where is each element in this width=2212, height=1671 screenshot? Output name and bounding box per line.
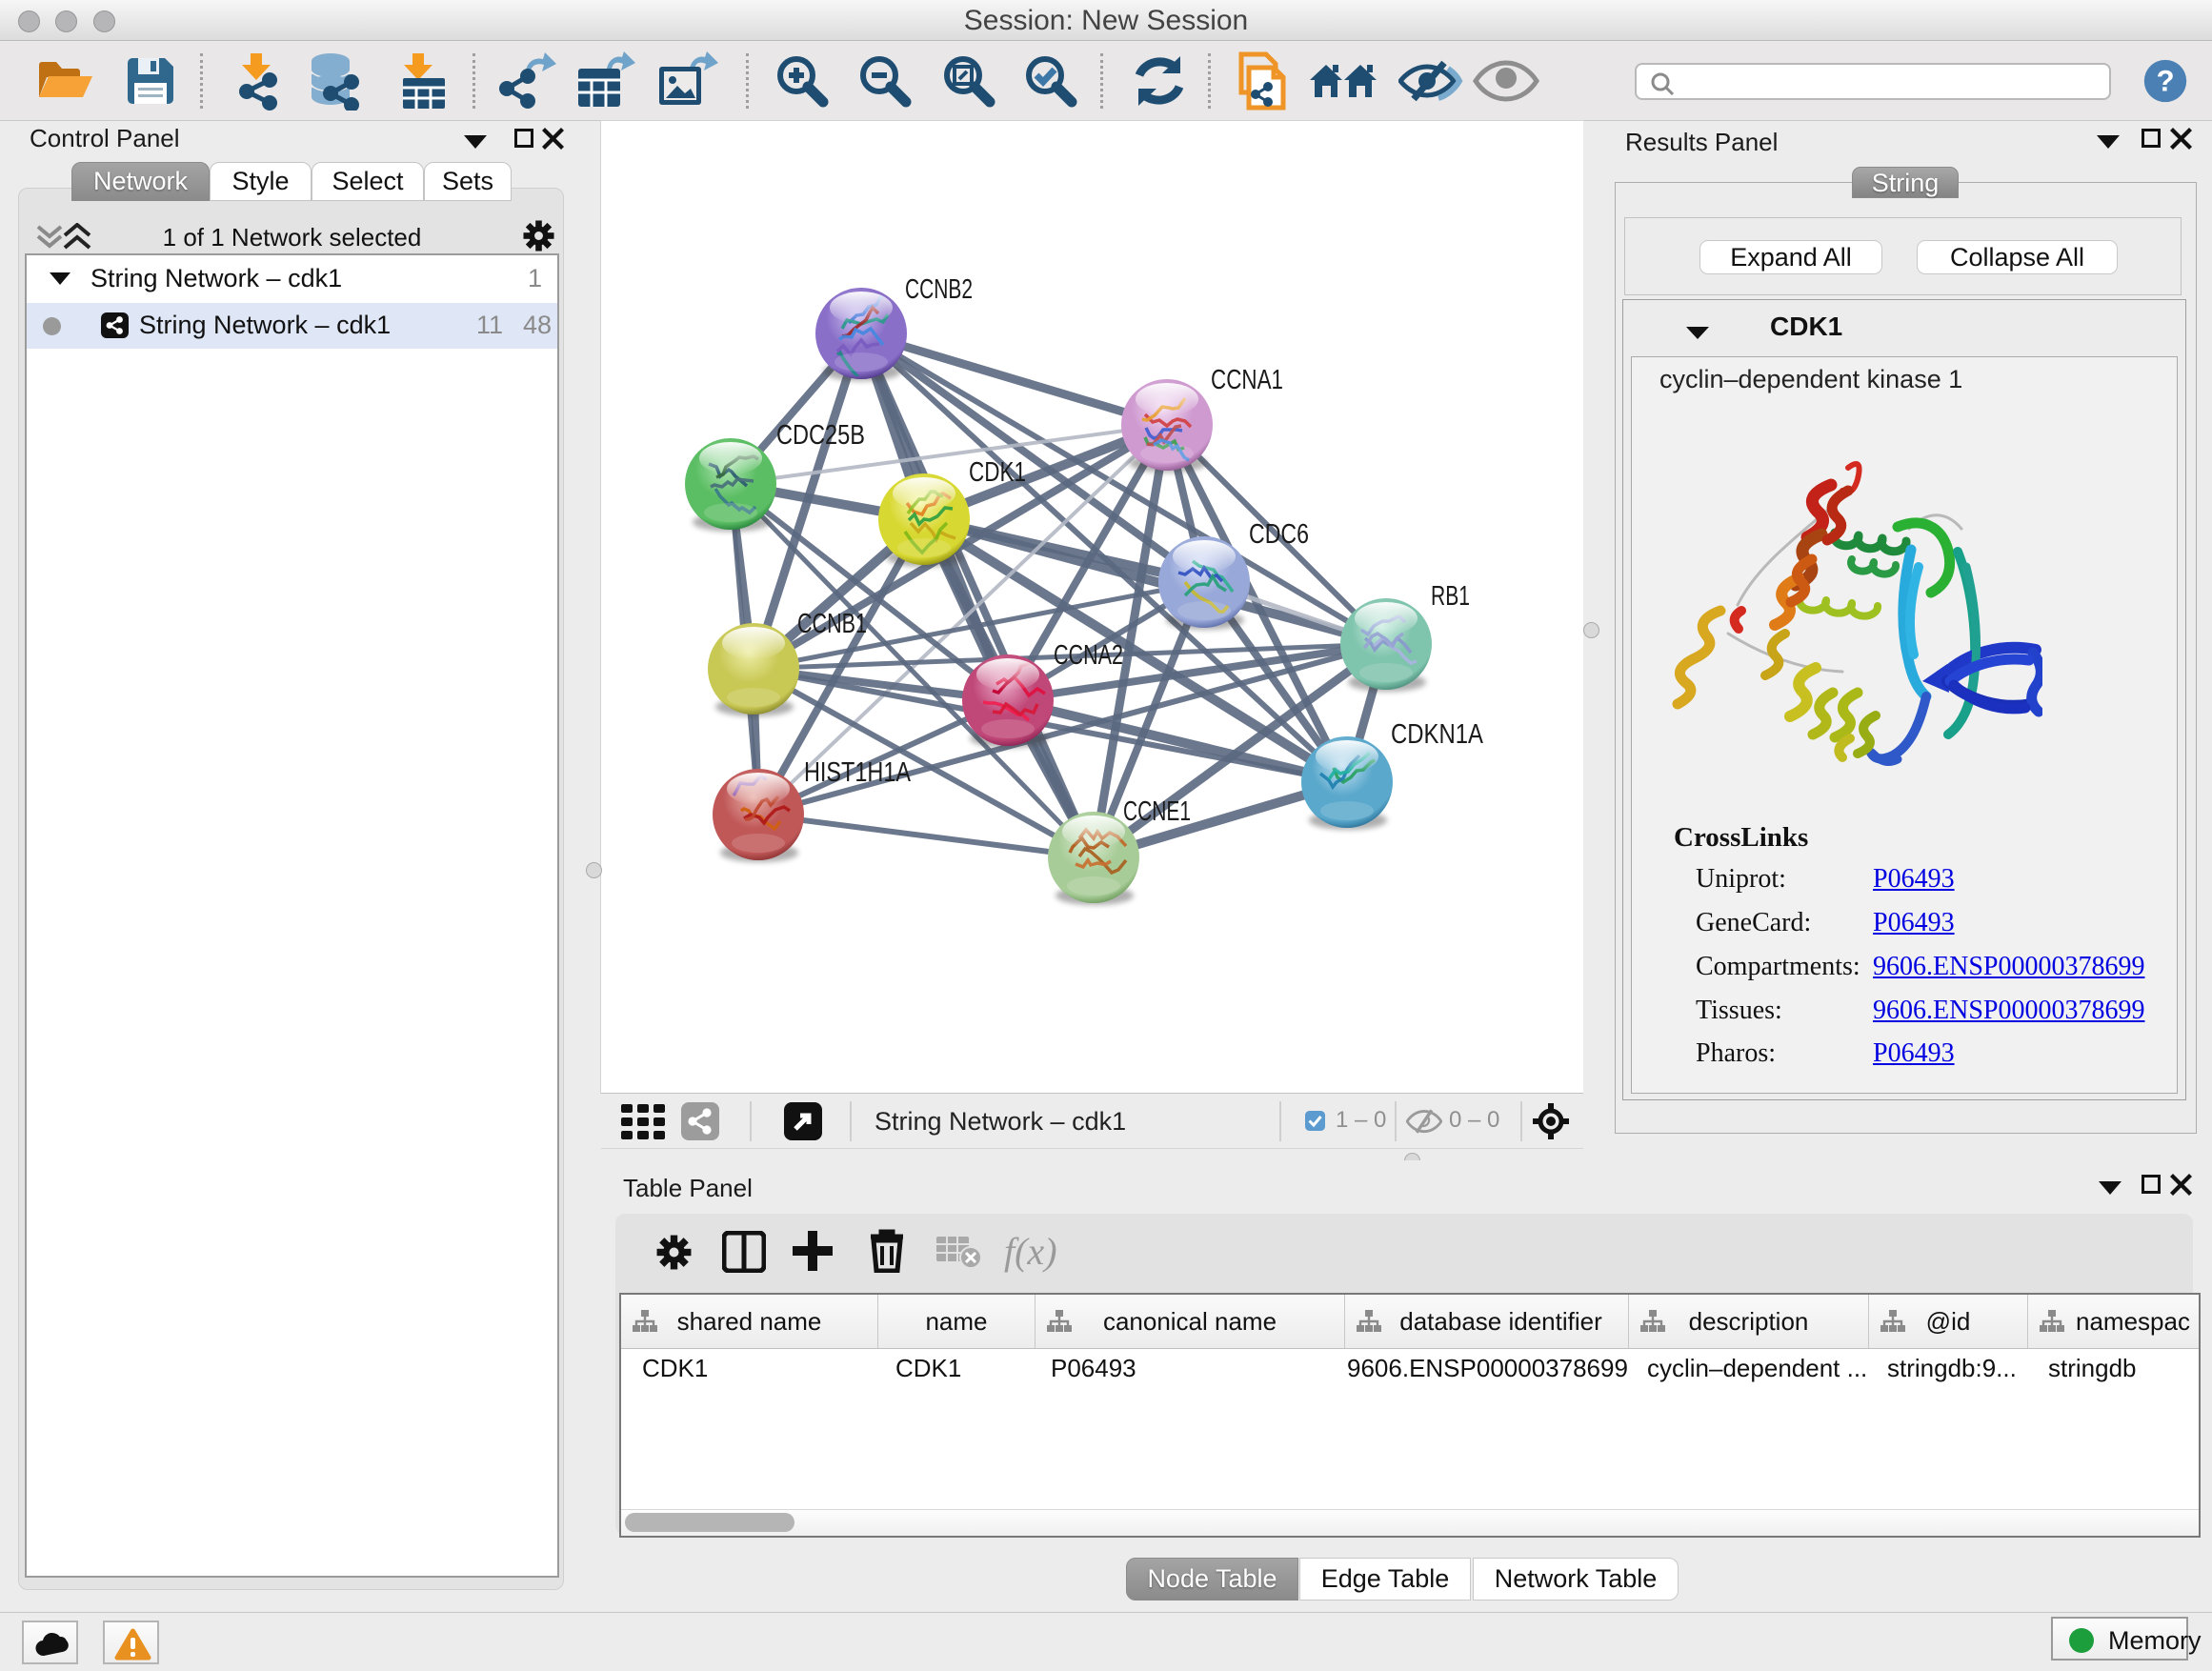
svg-text:CDK1: CDK1 [969, 457, 1026, 488]
svg-text:HIST1H1A: HIST1H1A [804, 757, 912, 788]
svg-text:CCNB1: CCNB1 [797, 609, 867, 639]
svg-text:CDC25B: CDC25B [776, 420, 865, 451]
svg-text:CDKN1A: CDKN1A [1391, 719, 1484, 750]
svg-text:CDC6: CDC6 [1249, 519, 1309, 550]
svg-text:CCNB2: CCNB2 [905, 274, 973, 305]
svg-text:CCNA2: CCNA2 [1054, 640, 1123, 671]
svg-text:CCNE1: CCNE1 [1123, 796, 1191, 827]
svg-text:RB1: RB1 [1431, 581, 1470, 612]
svg-text:?: ? [2156, 65, 2174, 98]
svg-text:CCNA1: CCNA1 [1211, 365, 1283, 395]
